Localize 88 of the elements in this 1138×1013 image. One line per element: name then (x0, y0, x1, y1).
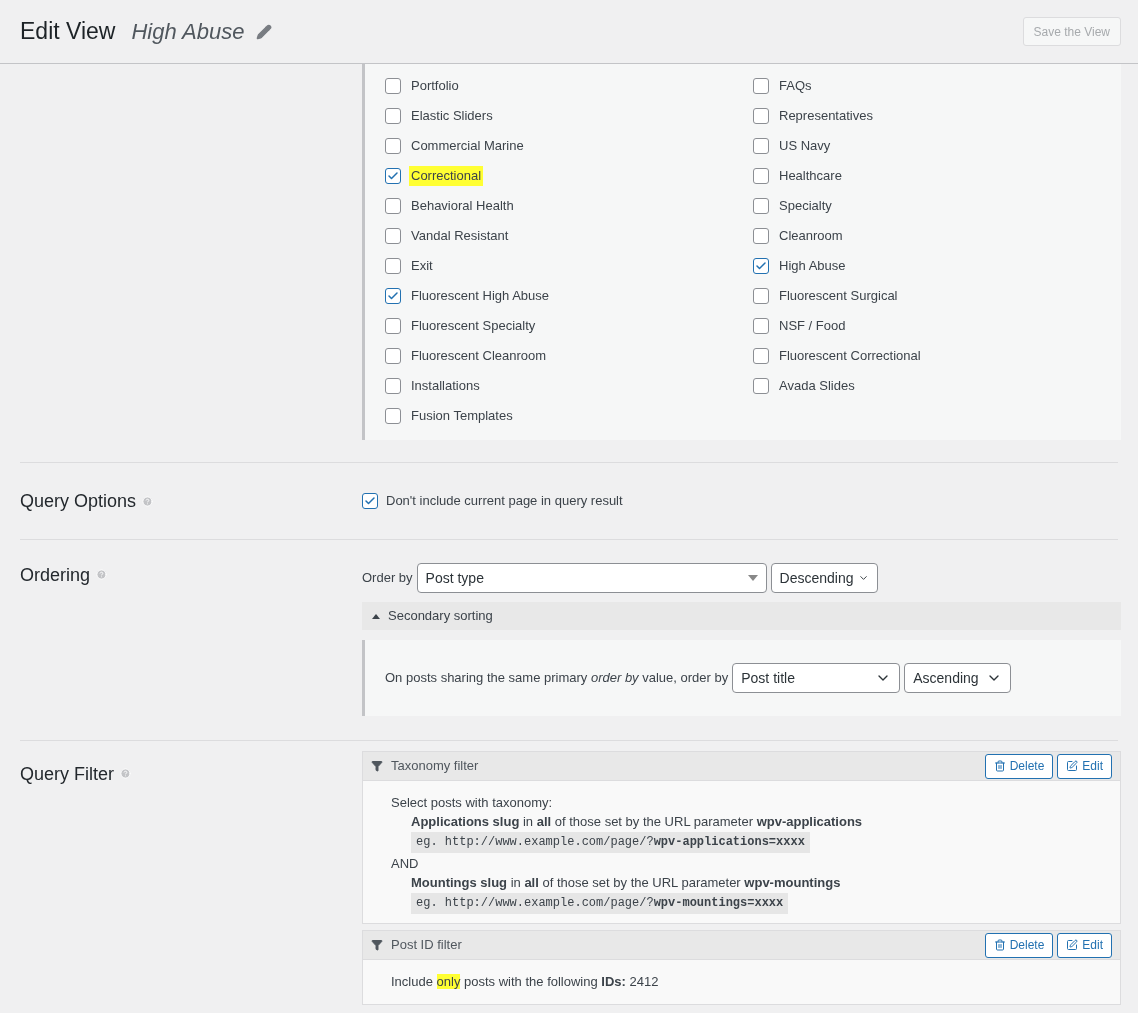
checkbox-label: Portfolio (410, 77, 460, 96)
checkbox-label: NSF / Food (778, 317, 847, 336)
checkbox-label: Correctional (409, 166, 484, 186)
section-title: Ordering (20, 564, 91, 587)
checkbox-label: Fluorescent Correctional (778, 347, 922, 366)
checkbox[interactable] (385, 288, 401, 304)
checkbox[interactable] (753, 258, 769, 274)
checkbox-label: Installations (410, 377, 481, 396)
checkbox[interactable] (385, 168, 401, 184)
funnel-icon (371, 939, 383, 951)
select-dropdown[interactable]: Descending (770, 563, 878, 593)
checkbox[interactable] (753, 228, 769, 244)
checkbox-label: Don't include current page in query result (386, 492, 623, 511)
checkbox[interactable] (753, 348, 769, 364)
delete-button[interactable]: Delete (984, 753, 1054, 779)
url-example: eg. http://www.example.com/page/?wpv-applications=xxxx (411, 832, 810, 853)
joiner-text: AND (391, 855, 420, 873)
page-title: Edit View (20, 17, 116, 47)
checkmark-icon (364, 495, 376, 507)
checkbox-label: Healthcare (778, 167, 843, 186)
secondary-sorting-text: On posts sharing the same primary order by value, order by (385, 669, 729, 688)
checkbox-label: High Abuse (778, 257, 847, 276)
funnel-icon (371, 760, 383, 772)
checkbox-label: Cleanroom (778, 227, 844, 246)
edit-icon (1066, 760, 1079, 772)
checkbox-label: Exit (410, 257, 434, 276)
dropdown-caret-icon (747, 575, 758, 581)
edit-button[interactable]: Edit (1057, 932, 1112, 958)
checkbox[interactable] (753, 288, 769, 304)
url-example: eg. http://www.example.com/page/?wpv-mountings=xxxx (411, 893, 789, 914)
section-title: Query Filter (20, 763, 115, 786)
checkbox-label: Representatives (778, 107, 874, 126)
checkbox[interactable] (753, 198, 769, 214)
checkmark-icon (387, 170, 399, 182)
checkbox[interactable] (753, 318, 769, 334)
delete-button[interactable]: Delete (984, 932, 1054, 958)
checkbox-label: Fusion Templates (410, 407, 514, 426)
select-dropdown[interactable]: Ascending (904, 663, 1012, 693)
checkbox[interactable] (753, 168, 769, 184)
select-dropdown[interactable]: Post title (732, 663, 901, 693)
section-title: Query Options (20, 489, 137, 513)
checkbox-label: Fluorescent High Abuse (410, 287, 551, 306)
checkbox[interactable] (753, 378, 769, 394)
caret-up-icon (372, 613, 380, 619)
checkbox[interactable] (385, 348, 401, 364)
help-icon[interactable] (142, 495, 154, 507)
checkbox-label: Fluorescent Cleanroom (410, 347, 548, 366)
help-icon[interactable] (96, 569, 108, 580)
condition-text: Mountings slug in all of those set by the URL parameter wpv-mountings (410, 874, 842, 892)
help-icon[interactable] (120, 768, 132, 779)
checkbox[interactable] (385, 78, 401, 94)
checkbox-label: US Navy (778, 137, 832, 156)
view-name[interactable]: High Abuse (131, 15, 245, 48)
checkbox-label: Specialty (778, 197, 833, 216)
checkbox[interactable] (385, 198, 401, 214)
checkmark-icon (387, 290, 399, 302)
checkbox-label: Commercial Marine (410, 137, 525, 156)
checkbox-label: Vandal Resistant (410, 227, 510, 246)
checkbox-label: Fluorescent Specialty (410, 317, 537, 336)
checkbox-label: Avada Slides (778, 377, 856, 396)
checkbox-label: FAQs (778, 77, 813, 96)
checkbox[interactable] (385, 228, 401, 244)
checkbox[interactable] (753, 78, 769, 94)
checkbox[interactable] (385, 108, 401, 124)
edit-icon (1066, 939, 1079, 951)
checkmark-icon (755, 260, 767, 272)
order-by-label: Order by (362, 569, 413, 588)
checkbox-label: Elastic Sliders (410, 107, 494, 126)
trash-icon (993, 760, 1006, 772)
filter-title: Post ID filter (391, 936, 463, 955)
checkbox[interactable] (753, 138, 769, 154)
checkbox[interactable] (385, 408, 401, 424)
secondary-sorting-toggle[interactable]: Secondary sorting (362, 602, 1121, 630)
checkbox-label: Fluorescent Surgical (778, 287, 899, 306)
checkbox[interactable] (362, 493, 378, 509)
checkbox[interactable] (385, 138, 401, 154)
trash-icon (993, 939, 1006, 951)
edit-button[interactable]: Edit (1057, 753, 1112, 779)
checkbox[interactable] (385, 258, 401, 274)
checkbox-label: Behavioral Health (410, 197, 515, 216)
checkbox[interactable] (385, 318, 401, 334)
condition-text: Applications slug in all of those set by the URL parameter wpv-applications (410, 813, 864, 831)
pencil-icon[interactable] (256, 23, 273, 40)
select-dropdown[interactable]: Post type (416, 563, 767, 593)
checkbox[interactable] (753, 108, 769, 124)
filter-intro: Select posts with taxonomy: (391, 794, 554, 812)
checkbox[interactable] (385, 378, 401, 394)
filter-title: Taxonomy filter (391, 757, 480, 776)
